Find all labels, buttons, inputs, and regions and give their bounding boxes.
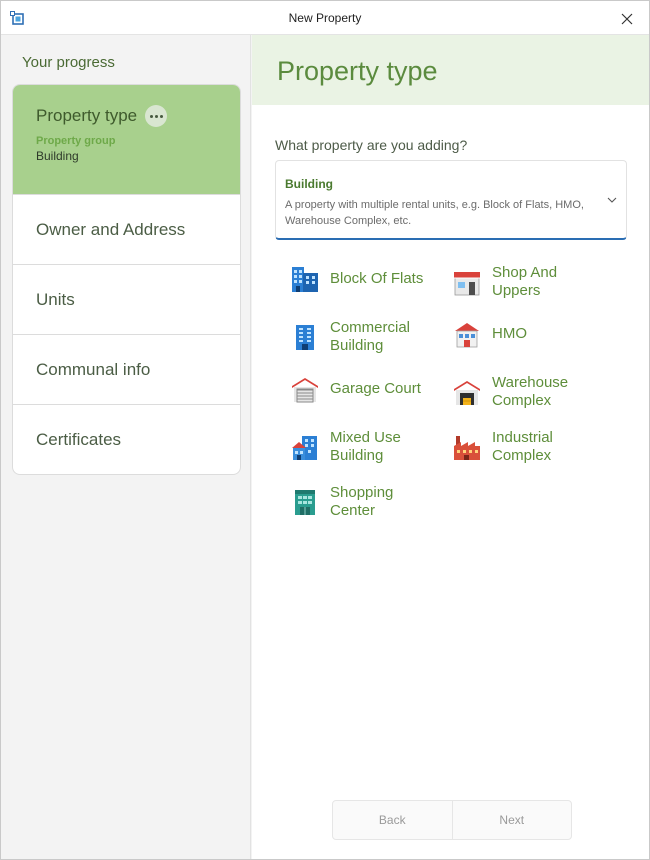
step-label: Property type bbox=[36, 106, 138, 125]
option-label: Industrial Complex bbox=[492, 429, 553, 464]
step-certificates[interactable]: Certificates bbox=[13, 404, 240, 474]
option-label: HMO bbox=[492, 325, 527, 342]
close-icon bbox=[621, 13, 633, 25]
option-label: Mixed Use Building bbox=[330, 429, 401, 464]
new-property-window: New Property Your progress Property type… bbox=[0, 0, 650, 860]
more-options-button[interactable] bbox=[145, 105, 168, 127]
shop-icon bbox=[454, 272, 480, 296]
progress-sidebar: Your progress Property type Property gro… bbox=[1, 35, 251, 859]
page-header: Property type bbox=[252, 35, 649, 105]
back-button[interactable]: Back bbox=[333, 801, 452, 839]
next-button[interactable]: Next bbox=[451, 801, 572, 839]
sidebar-heading: Your progress bbox=[22, 54, 115, 71]
step-label: Certificates bbox=[36, 429, 122, 449]
property-question: What property are you adding? bbox=[275, 137, 468, 153]
window-title: New Property bbox=[288, 11, 362, 25]
option-shop-and-uppers[interactable]: Shop And Uppers bbox=[452, 264, 602, 300]
option-label: Commercial Building bbox=[330, 319, 411, 354]
more-icon-dot bbox=[159, 114, 163, 118]
step-label: Communal info bbox=[36, 359, 151, 379]
option-warehouse-complex[interactable]: Warehouse Complex bbox=[452, 374, 602, 410]
step-label: Units bbox=[36, 289, 75, 309]
shopping-center-icon bbox=[295, 490, 315, 515]
option-label: Block Of Flats bbox=[330, 270, 424, 287]
option-mixed-use-building[interactable]: Mixed Use Building bbox=[290, 429, 440, 465]
commercial-building-icon bbox=[296, 325, 314, 350]
step-property-type[interactable]: Property type Property group Building bbox=[13, 85, 240, 194]
wizard-navigation: Back Next bbox=[332, 800, 572, 840]
chevron-down-icon bbox=[607, 197, 617, 203]
progress-steps: Property type Property group Building Ow… bbox=[12, 84, 241, 475]
close-button[interactable] bbox=[617, 9, 637, 29]
option-label: Shopping Center bbox=[330, 484, 394, 519]
block-of-flats-icon bbox=[292, 267, 318, 292]
mixed-use-building-icon bbox=[292, 436, 317, 460]
dropdown-description: A property with multiple rental units, e… bbox=[285, 199, 584, 227]
option-label: Garage Court bbox=[330, 380, 421, 397]
step-label: Owner and Address bbox=[36, 219, 186, 239]
option-industrial-complex[interactable]: Industrial Complex bbox=[452, 429, 602, 465]
step-sub-value: Building bbox=[36, 149, 79, 163]
option-label: Shop And Uppers bbox=[492, 264, 558, 299]
step-sub-label: Property group bbox=[36, 135, 116, 147]
step-owner-and-address[interactable]: Owner and Address bbox=[13, 194, 240, 264]
main-panel: Property type What property are you addi… bbox=[252, 35, 649, 859]
option-garage-court[interactable]: Garage Court bbox=[290, 374, 440, 404]
factory-icon bbox=[454, 436, 480, 460]
property-group-dropdown[interactable]: Building A property with multiple rental… bbox=[275, 160, 627, 240]
more-icon-dot bbox=[154, 114, 158, 118]
dropdown-selected-title: Building bbox=[285, 177, 333, 191]
warehouse-icon bbox=[454, 381, 480, 405]
option-shopping-center[interactable]: Shopping Center bbox=[290, 484, 440, 520]
option-commercial-building[interactable]: Commercial Building bbox=[290, 319, 440, 355]
step-units[interactable]: Units bbox=[13, 264, 240, 334]
more-icon bbox=[149, 114, 153, 118]
option-block-of-flats[interactable]: Block Of Flats bbox=[290, 264, 440, 294]
title-bar: New Property bbox=[1, 1, 649, 35]
option-hmo[interactable]: HMO bbox=[452, 319, 602, 349]
hmo-icon bbox=[455, 323, 479, 348]
page-title: Property type bbox=[277, 56, 438, 86]
step-communal-info[interactable]: Communal info bbox=[13, 334, 240, 404]
option-label: Warehouse Complex bbox=[492, 374, 569, 409]
garage-icon bbox=[292, 378, 318, 403]
